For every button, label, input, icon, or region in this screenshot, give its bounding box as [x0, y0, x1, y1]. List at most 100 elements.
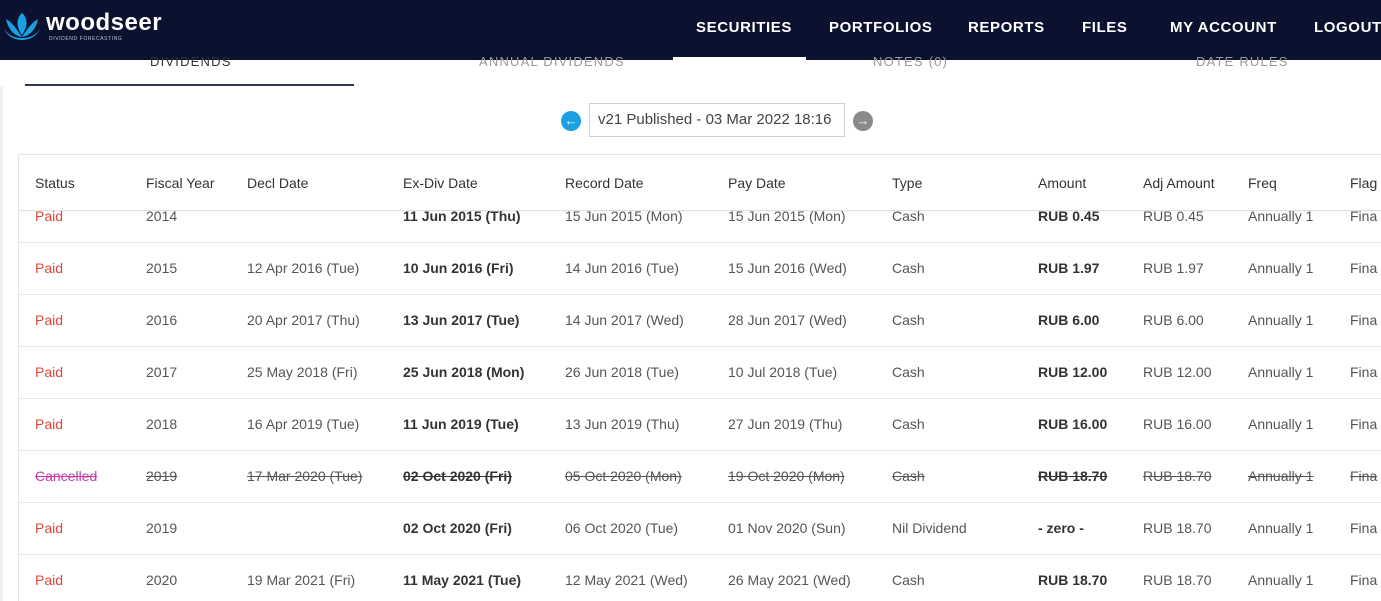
cell-decl-date: 17 Mar 2020 (Tue) — [247, 468, 363, 484]
status-badge: Paid — [35, 572, 64, 588]
col-status[interactable]: Status — [35, 175, 75, 191]
cell-adj-amount: RUB 18.70 — [1143, 468, 1212, 484]
tab-annual-dividends[interactable]: ANNUAL DIVIDENDS — [479, 54, 625, 69]
cell-flag: Fina — [1350, 416, 1378, 432]
nav-my-account[interactable]: MY ACCOUNT — [1170, 19, 1277, 36]
arrow-right-icon: → — [856, 113, 870, 128]
previous-version-button[interactable]: ← — [561, 111, 581, 131]
arrow-left-icon: ← — [564, 113, 578, 128]
tab-date-rules[interactable]: DATE RULES — [1196, 54, 1289, 69]
cell-decl-date: 12 Apr 2016 (Tue) — [247, 260, 360, 276]
nav-reports[interactable]: REPORTS — [968, 19, 1045, 36]
col-freq[interactable]: Freq — [1248, 175, 1277, 191]
cell-adj-amount: RUB 6.00 — [1143, 312, 1204, 328]
woodseer-logo[interactable]: woodseer DIVIDEND FORECASTING — [2, 8, 162, 44]
cell-freq: Annually 1 — [1248, 572, 1314, 588]
cell-record-date: 14 Jun 2016 (Tue) — [565, 260, 679, 276]
table-row[interactable]: Paid 2019 02 Oct 2020 (Fri) 06 Oct 2020 … — [19, 503, 1381, 555]
cell-fiscal-year: 2015 — [146, 260, 178, 276]
col-amount[interactable]: Amount — [1038, 175, 1086, 191]
version-select[interactable]: v21 Published - 03 Mar 2022 18:16 — [589, 103, 845, 137]
cell-amount: RUB 16.00 — [1038, 416, 1108, 432]
cell-pay-date: 26 May 2021 (Wed) — [728, 572, 851, 588]
table-row[interactable]: Paid 2016 20 Apr 2017 (Thu) 13 Jun 2017 … — [19, 295, 1381, 347]
cell-decl-date: 25 May 2018 (Fri) — [247, 364, 358, 380]
nav-logout[interactable]: LOGOUT — [1314, 19, 1381, 36]
nav-securities[interactable]: SECURITIES — [696, 19, 792, 36]
cell-freq: Annually 1 — [1248, 260, 1314, 276]
cell-adj-amount: RUB 16.00 — [1143, 416, 1212, 432]
cell-pay-date: 15 Jun 2016 (Wed) — [728, 260, 847, 276]
col-pay-date[interactable]: Pay Date — [728, 175, 786, 191]
tab-notes[interactable]: NOTES (0) — [873, 54, 948, 69]
cell-flag: Fina — [1350, 520, 1378, 536]
cell-pay-date: 19 Oct 2020 (Mon) — [728, 468, 845, 484]
subtab-bar: DIVIDENDS ANNUAL DIVIDENDS NOTES (0) DAT… — [0, 54, 1381, 87]
cell-fiscal-year: 2020 — [146, 572, 178, 588]
cell-fiscal-year: 2019 — [146, 468, 178, 484]
cell-ex-div-date: 13 Jun 2017 (Tue) — [403, 312, 520, 328]
nav-portfolios[interactable]: PORTFOLIOS — [829, 19, 933, 36]
cell-flag: Fina — [1350, 468, 1378, 484]
col-decl-date[interactable]: Decl Date — [247, 175, 308, 191]
cell-ex-div-date: 02 Oct 2020 (Fri) — [403, 468, 512, 484]
cell-amount: RUB 18.70 — [1038, 572, 1108, 588]
status-badge: Paid — [35, 416, 64, 432]
table-row[interactable]: Paid 2018 16 Apr 2019 (Tue) 11 Jun 2019 … — [19, 399, 1381, 451]
col-fiscal-year[interactable]: Fiscal Year — [146, 175, 214, 191]
col-record-date[interactable]: Record Date — [565, 175, 644, 191]
top-nav: woodseer DIVIDEND FORECASTING SECURITIES… — [0, 0, 1381, 60]
tab-dividends[interactable]: DIVIDENDS — [150, 54, 232, 69]
cell-pay-date: 27 Jun 2019 (Thu) — [728, 416, 843, 432]
table-row[interactable]: Paid 2015 12 Apr 2016 (Tue) 10 Jun 2016 … — [19, 243, 1381, 295]
lotus-logo-icon — [4, 13, 40, 40]
cell-adj-amount: RUB 0.45 — [1143, 208, 1204, 224]
status-badge: Cancelled — [35, 468, 98, 484]
cell-flag: Fina — [1350, 364, 1378, 380]
cell-record-date: 13 Jun 2019 (Thu) — [565, 416, 680, 432]
cell-ex-div-date: 11 Jun 2015 (Thu) — [403, 208, 521, 224]
cell-fiscal-year: 2018 — [146, 416, 178, 432]
cell-freq: Annually 1 — [1248, 208, 1314, 224]
cell-amount: RUB 18.70 — [1038, 468, 1108, 484]
next-version-button[interactable]: → — [853, 111, 873, 131]
status-badge: Paid — [35, 364, 64, 380]
nav-files[interactable]: FILES — [1082, 19, 1128, 36]
status-badge: Paid — [35, 520, 64, 536]
status-badge: Paid — [35, 312, 64, 328]
cell-adj-amount: RUB 12.00 — [1143, 364, 1212, 380]
tab-active-underline — [25, 84, 354, 86]
cell-flag: Fina — [1350, 260, 1378, 276]
table-row[interactable]: Paid 2014 11 Jun 2015 (Thu) 15 Jun 2015 … — [19, 191, 1381, 243]
cell-fiscal-year: 2017 — [146, 364, 178, 380]
cell-fiscal-year: 2014 — [146, 208, 178, 224]
dividends-table: Status Fiscal Year Decl Date Ex-Div Date… — [18, 154, 1381, 601]
col-flag[interactable]: Flag — [1350, 175, 1377, 191]
logo-wordmark: woodseer — [46, 8, 163, 36]
cell-adj-amount: RUB 18.70 — [1143, 572, 1212, 588]
cell-type: Cash — [892, 468, 925, 484]
cell-amount: - zero - — [1038, 520, 1084, 536]
cell-freq: Annually 1 — [1248, 416, 1314, 432]
cell-type: Cash — [892, 572, 925, 588]
cell-record-date: 26 Jun 2018 (Tue) — [565, 364, 679, 380]
cell-pay-date: 28 Jun 2017 (Wed) — [728, 312, 847, 328]
cell-flag: Fina — [1350, 572, 1378, 588]
cell-fiscal-year: 2016 — [146, 312, 178, 328]
col-ex-div-date[interactable]: Ex-Div Date — [403, 175, 478, 191]
col-adj-amount[interactable]: Adj Amount — [1143, 175, 1215, 191]
cell-freq: Annually 1 — [1248, 364, 1314, 380]
table-row-cancelled[interactable]: Cancelled 2019 17 Mar 2020 (Tue) 02 Oct … — [19, 451, 1381, 503]
cell-freq: Annually 1 — [1248, 312, 1314, 328]
cell-record-date: 15 Jun 2015 (Mon) — [565, 208, 683, 224]
table-row[interactable]: Paid 2017 25 May 2018 (Fri) 25 Jun 2018 … — [19, 347, 1381, 399]
cell-pay-date: 10 Jul 2018 (Tue) — [728, 364, 838, 380]
cell-decl-date: 20 Apr 2017 (Thu) — [247, 312, 360, 328]
cell-ex-div-date: 11 Jun 2019 (Tue) — [403, 416, 519, 432]
table-row[interactable]: Paid 2020 19 Mar 2021 (Fri) 11 May 2021 … — [19, 555, 1381, 601]
cell-amount: RUB 0.45 — [1038, 208, 1100, 224]
cell-freq: Annually 1 — [1248, 468, 1314, 484]
col-type[interactable]: Type — [892, 175, 922, 191]
status-badge: Paid — [35, 208, 64, 224]
cell-type: Cash — [892, 364, 925, 380]
